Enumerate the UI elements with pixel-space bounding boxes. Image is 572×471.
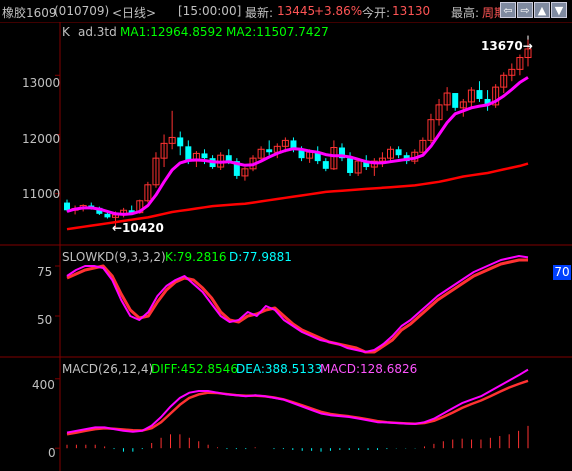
kd-k-value: K:79.2816 xyxy=(165,250,227,264)
kd-d-value: D:77.9881 xyxy=(229,250,292,264)
latest-value: 13445 xyxy=(277,4,316,18)
zoom-in-button[interactable]: ▲ xyxy=(534,2,550,18)
macd-header: MACD(26,12,4) xyxy=(62,362,154,376)
title-bar: 橡胶1609 (010709) <日线> [15:00:00] 最新: 1344… xyxy=(0,0,572,22)
period-label: <日线> xyxy=(112,6,157,20)
macd-diff-line xyxy=(66,368,529,434)
kd-value-badge: 70 xyxy=(553,265,571,280)
price-ytick-12000: 12000 xyxy=(22,132,61,146)
change-percent: +3.86% xyxy=(314,4,363,18)
macd-ytick-400: 400 xyxy=(32,378,55,392)
ma2-value: MA2:11507.7427 xyxy=(226,25,329,39)
high-price-annotation: 13670→ xyxy=(481,39,533,53)
open-value: 13130 xyxy=(392,4,431,18)
low-price-annotation: ←10420 xyxy=(112,221,164,235)
ma1-line xyxy=(66,76,529,216)
high-label: 最高: xyxy=(451,6,480,20)
kd-d-line xyxy=(66,258,528,354)
nav-back-button[interactable]: ⇦ xyxy=(500,2,516,18)
instrument-code: (010709) xyxy=(54,4,110,18)
candle-body xyxy=(476,90,483,99)
instrument-name: 橡胶1609 xyxy=(2,6,57,20)
candle-body xyxy=(177,137,184,147)
price-ytick-11000: 11000 xyxy=(22,187,61,201)
macd-ytick-0: 0 xyxy=(48,446,56,460)
candle-body xyxy=(266,149,273,153)
kd-ytick-50: 50 xyxy=(37,313,53,327)
candle-body xyxy=(395,149,402,156)
nav-forward-button[interactable]: ⇨ xyxy=(517,2,533,18)
candle-body xyxy=(322,161,329,169)
candle-body xyxy=(452,93,459,108)
kd-k-line xyxy=(66,255,529,353)
candle-body xyxy=(64,202,70,211)
macd-macd-value: MACD:128.6826 xyxy=(320,362,418,376)
macd-diff-value: DIFF:452.8546 xyxy=(151,362,238,376)
macd-dea-line xyxy=(66,379,529,436)
zoom-out-button[interactable]: ▼ xyxy=(551,2,567,18)
kd-ytick-75: 75 xyxy=(37,265,53,279)
candle-body xyxy=(104,213,111,218)
price-header-k: K xyxy=(62,25,70,39)
latest-label: 最新: xyxy=(245,6,274,20)
chart-canvas[interactable] xyxy=(0,0,572,471)
ma1-value: MA1:12964.8592 xyxy=(120,25,223,39)
candle-body xyxy=(347,158,354,173)
ma2-line xyxy=(66,162,529,231)
macd-dea-value: DEA:388.5133 xyxy=(236,362,323,376)
candle-body xyxy=(201,153,208,159)
price-header-indicator: ad.3td xyxy=(78,25,117,39)
kd-header: SLOWKD(9,3,3,2) xyxy=(62,250,166,264)
time-label: [15:00:00] xyxy=(178,4,242,18)
price-ytick-13000: 13000 xyxy=(22,76,61,90)
open-label: 今开: xyxy=(362,6,391,20)
